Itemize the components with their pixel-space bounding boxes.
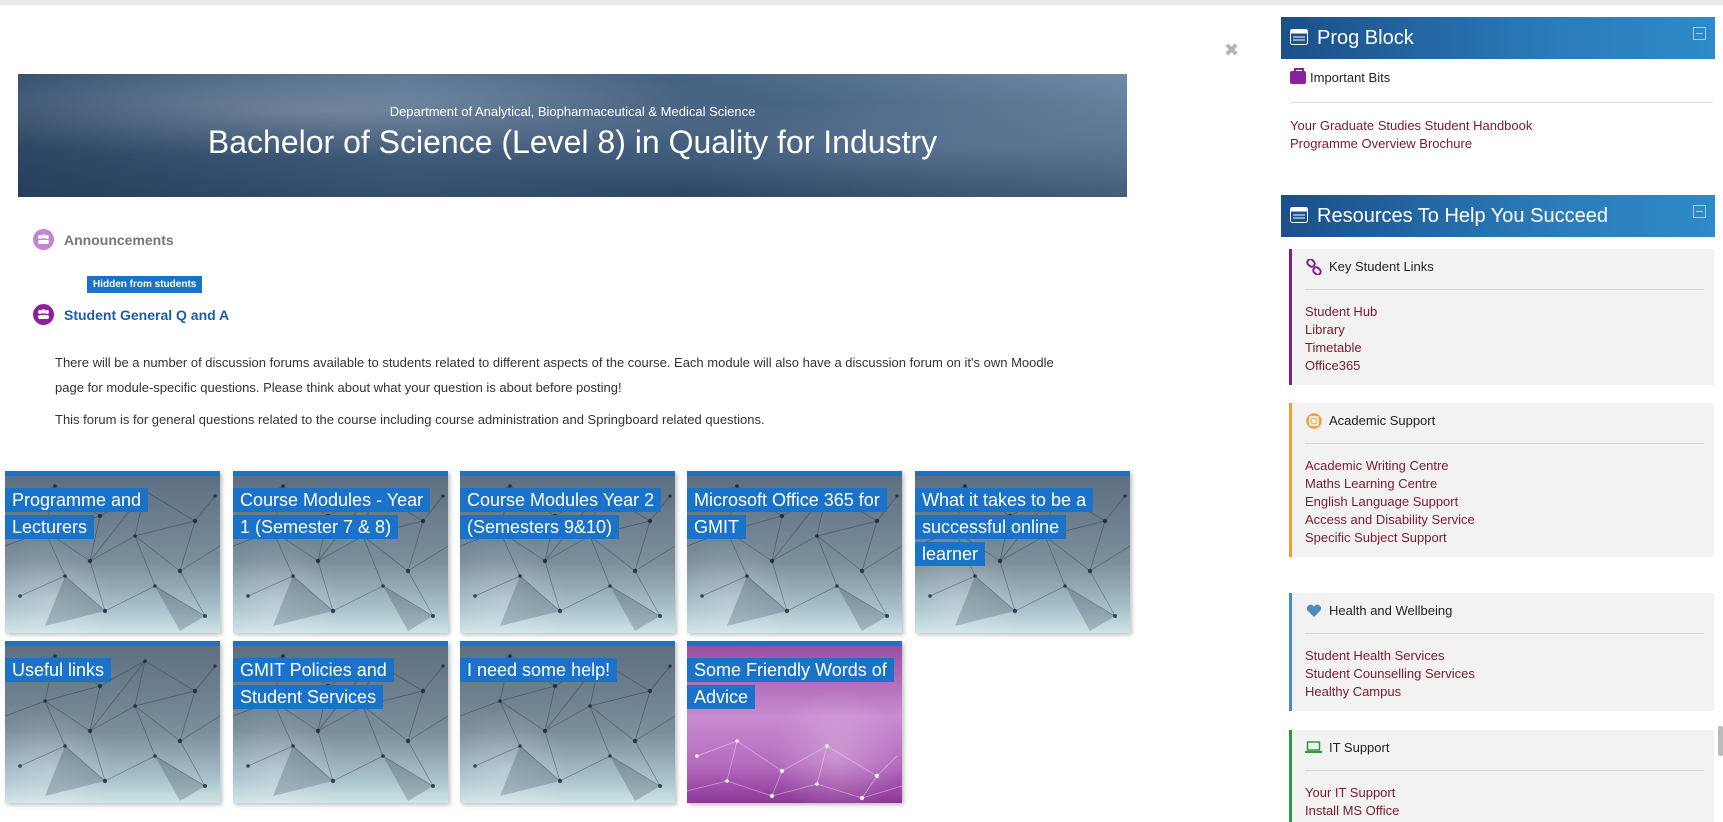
- card-links: Student Hub Library Timetable Office365: [1305, 303, 1377, 375]
- link-student-counselling-services[interactable]: Student Counselling Services: [1305, 665, 1475, 683]
- link-english-language-support[interactable]: English Language Support: [1305, 493, 1475, 511]
- card-key-student-links: Key Student Links Student Hub Library Ti…: [1289, 249, 1714, 385]
- link-icon: [1305, 258, 1322, 275]
- card-title: IT Support: [1329, 740, 1390, 755]
- tile-label: Course Modules Year 2 (Semesters 9&10): [460, 487, 665, 541]
- heart-icon: [1305, 603, 1322, 618]
- scrollbar-thumb[interactable]: [1718, 726, 1723, 756]
- resources-block-header: Resources To Help You Succeed: [1281, 195, 1715, 237]
- tile-label: What it takes to be a successful online …: [915, 487, 1120, 568]
- laptop-icon: [1305, 740, 1322, 755]
- tile-label: Programme and Lecturers: [5, 487, 210, 541]
- card-title: Health and Wellbeing: [1329, 603, 1453, 618]
- banner-title: Bachelor of Science (Level 8) in Quality…: [207, 124, 938, 160]
- important-bits-label: Important Bits: [1310, 70, 1391, 85]
- prog-block-title: Prog Block: [1317, 26, 1414, 49]
- tile-label: I need some help!: [460, 657, 665, 684]
- tile-microsoft-office-365[interactable]: Microsoft Office 365 for GMIT: [687, 471, 902, 633]
- forum-icon: [33, 229, 54, 250]
- link-install-ms-office[interactable]: Install MS Office: [1305, 802, 1399, 820]
- resources-block-title: Resources To Help You Succeed: [1317, 204, 1608, 227]
- link-access-disability-service[interactable]: Access and Disability Service: [1305, 511, 1475, 529]
- tile-course-modules-year-2[interactable]: Course Modules Year 2 (Semesters 9&10): [460, 471, 675, 633]
- card-heading: Health and Wellbeing: [1305, 603, 1452, 618]
- card-links: Your IT Support Install MS Office: [1305, 784, 1399, 820]
- link-programme-brochure[interactable]: Programme Overview Brochure: [1290, 135, 1472, 153]
- card-links: Academic Writing Centre Maths Learning C…: [1305, 457, 1475, 547]
- forum-description-para-2: This forum is for general questions rela…: [55, 412, 765, 427]
- tile-programme-and-lecturers[interactable]: Programme and Lecturers: [5, 471, 220, 633]
- divider: [1305, 443, 1704, 444]
- collapse-icon[interactable]: [1693, 27, 1706, 40]
- tile-gmit-policies[interactable]: GMIT Policies and Student Services: [233, 641, 448, 803]
- link-academic-writing-centre[interactable]: Academic Writing Centre: [1305, 457, 1475, 475]
- important-bits-heading: Important Bits: [1290, 68, 1391, 85]
- tile-label: Some Friendly Words of Advice: [687, 657, 894, 711]
- card-title: Key Student Links: [1329, 259, 1434, 274]
- block-icon: [1290, 207, 1308, 223]
- link-student-handbook[interactable]: Your Graduate Studies Student Handbook: [1290, 117, 1532, 135]
- card-heading: Academic Support: [1305, 412, 1436, 429]
- top-strip: [0, 0, 1723, 5]
- card-health-wellbeing: Health and Wellbeing Student Health Serv…: [1289, 593, 1714, 711]
- forum-icon: [33, 304, 54, 325]
- forum-description: There will be a number of discussion for…: [55, 350, 1085, 439]
- card-it-support: IT Support Your IT Support Install MS Of…: [1289, 730, 1714, 822]
- link-student-hub[interactable]: Student Hub: [1305, 303, 1377, 321]
- tile-label: Course Modules - Year 1 (Semester 7 & 8): [233, 487, 438, 541]
- tile-useful-links[interactable]: Useful links: [5, 641, 220, 803]
- block-icon: [1290, 29, 1308, 45]
- announcements-label[interactable]: Announcements: [64, 232, 174, 248]
- announcements-forum[interactable]: Announcements: [33, 229, 174, 250]
- card-title: Academic Support: [1329, 413, 1436, 428]
- course-banner: Department of Analytical, Biopharmaceuti…: [18, 74, 1127, 197]
- link-maths-learning-centre[interactable]: Maths Learning Centre: [1305, 475, 1475, 493]
- divider: [1305, 289, 1704, 290]
- hidden-from-students-badge: Hidden from students: [87, 276, 203, 293]
- divider: [1305, 770, 1704, 771]
- card-links: Student Health Services Student Counsell…: [1305, 647, 1475, 701]
- link-student-health-services[interactable]: Student Health Services: [1305, 647, 1475, 665]
- tile-i-need-some-help[interactable]: I need some help!: [460, 641, 675, 803]
- link-healthy-campus[interactable]: Healthy Campus: [1305, 683, 1475, 701]
- card-heading: Key Student Links: [1305, 258, 1434, 275]
- collapse-icon[interactable]: [1693, 205, 1706, 218]
- tile-label: GMIT Policies and Student Services: [233, 657, 438, 711]
- link-specific-subject-support[interactable]: Specific Subject Support: [1305, 529, 1475, 547]
- banner-department: Department of Analytical, Biopharmaceuti…: [389, 104, 756, 119]
- prog-block-header: Prog Block: [1281, 17, 1715, 59]
- tile-label: Useful links: [5, 657, 210, 684]
- card-academic-support: Academic Support Academic Writing Centre…: [1289, 403, 1714, 557]
- tile-successful-online-learner[interactable]: What it takes to be a successful online …: [915, 471, 1130, 633]
- briefcase-icon: [1290, 68, 1306, 84]
- link-library[interactable]: Library: [1305, 321, 1377, 339]
- divider: [1290, 102, 1713, 103]
- forum-description-para-1: There will be a number of discussion for…: [55, 355, 1054, 395]
- divider: [1305, 633, 1704, 634]
- tile-label: Microsoft Office 365 for GMIT: [687, 487, 892, 541]
- link-office365[interactable]: Office365: [1305, 357, 1377, 375]
- student-general-qa-link[interactable]: Student General Q and A: [64, 307, 229, 323]
- student-general-qa-forum[interactable]: Student General Q and A: [33, 304, 229, 325]
- lifebuoy-icon: [1305, 412, 1322, 429]
- tile-course-modules-year-1[interactable]: Course Modules - Year 1 (Semester 7 & 8): [233, 471, 448, 633]
- link-timetable[interactable]: Timetable: [1305, 339, 1377, 357]
- tile-friendly-words-of-advice[interactable]: Some Friendly Words of Advice: [687, 641, 902, 803]
- card-heading: IT Support: [1305, 740, 1389, 755]
- close-icon[interactable]: ✖: [1224, 40, 1239, 61]
- link-your-it-support[interactable]: Your IT Support: [1305, 784, 1399, 802]
